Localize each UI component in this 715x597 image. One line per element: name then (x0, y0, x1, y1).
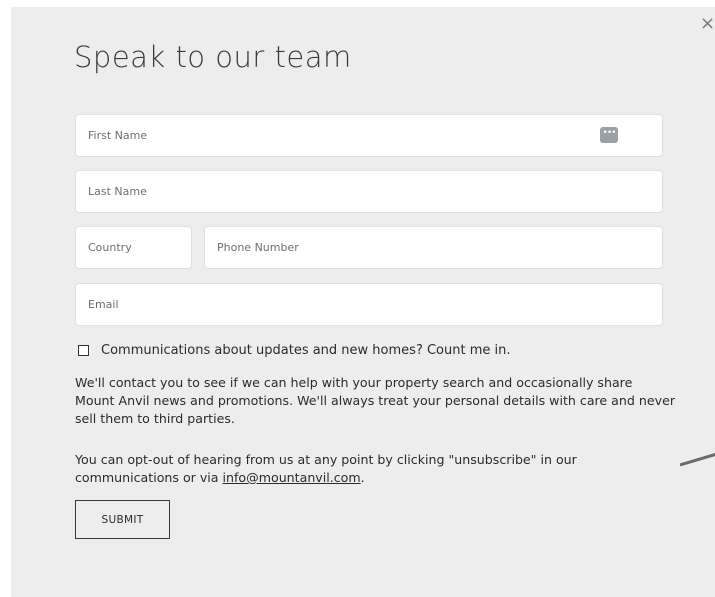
consent-checkbox[interactable] (78, 344, 89, 356)
modal-title: Speak to our team (74, 40, 352, 74)
email-field[interactable] (75, 283, 663, 326)
consent-label: Communications about updates and new hom… (101, 342, 511, 358)
country-field[interactable] (75, 226, 192, 269)
password-manager-icon[interactable]: ••• (600, 127, 618, 143)
privacy-text: We'll contact you to see if we can help … (75, 375, 675, 426)
close-icon[interactable]: × (700, 14, 715, 34)
decorative-line (680, 452, 715, 467)
submit-button[interactable]: SUBMIT (75, 500, 170, 539)
phone-number-field[interactable] (204, 226, 663, 269)
first-name-field[interactable] (75, 114, 663, 157)
optout-text-after: . (360, 470, 365, 485)
consent-row: Communications about updates and new hom… (78, 342, 511, 358)
contact-email-link[interactable]: info@mountanvil.com (223, 470, 361, 485)
optout-text: You can opt-out of hearing from us at an… (75, 451, 675, 487)
last-name-field[interactable] (75, 170, 663, 213)
